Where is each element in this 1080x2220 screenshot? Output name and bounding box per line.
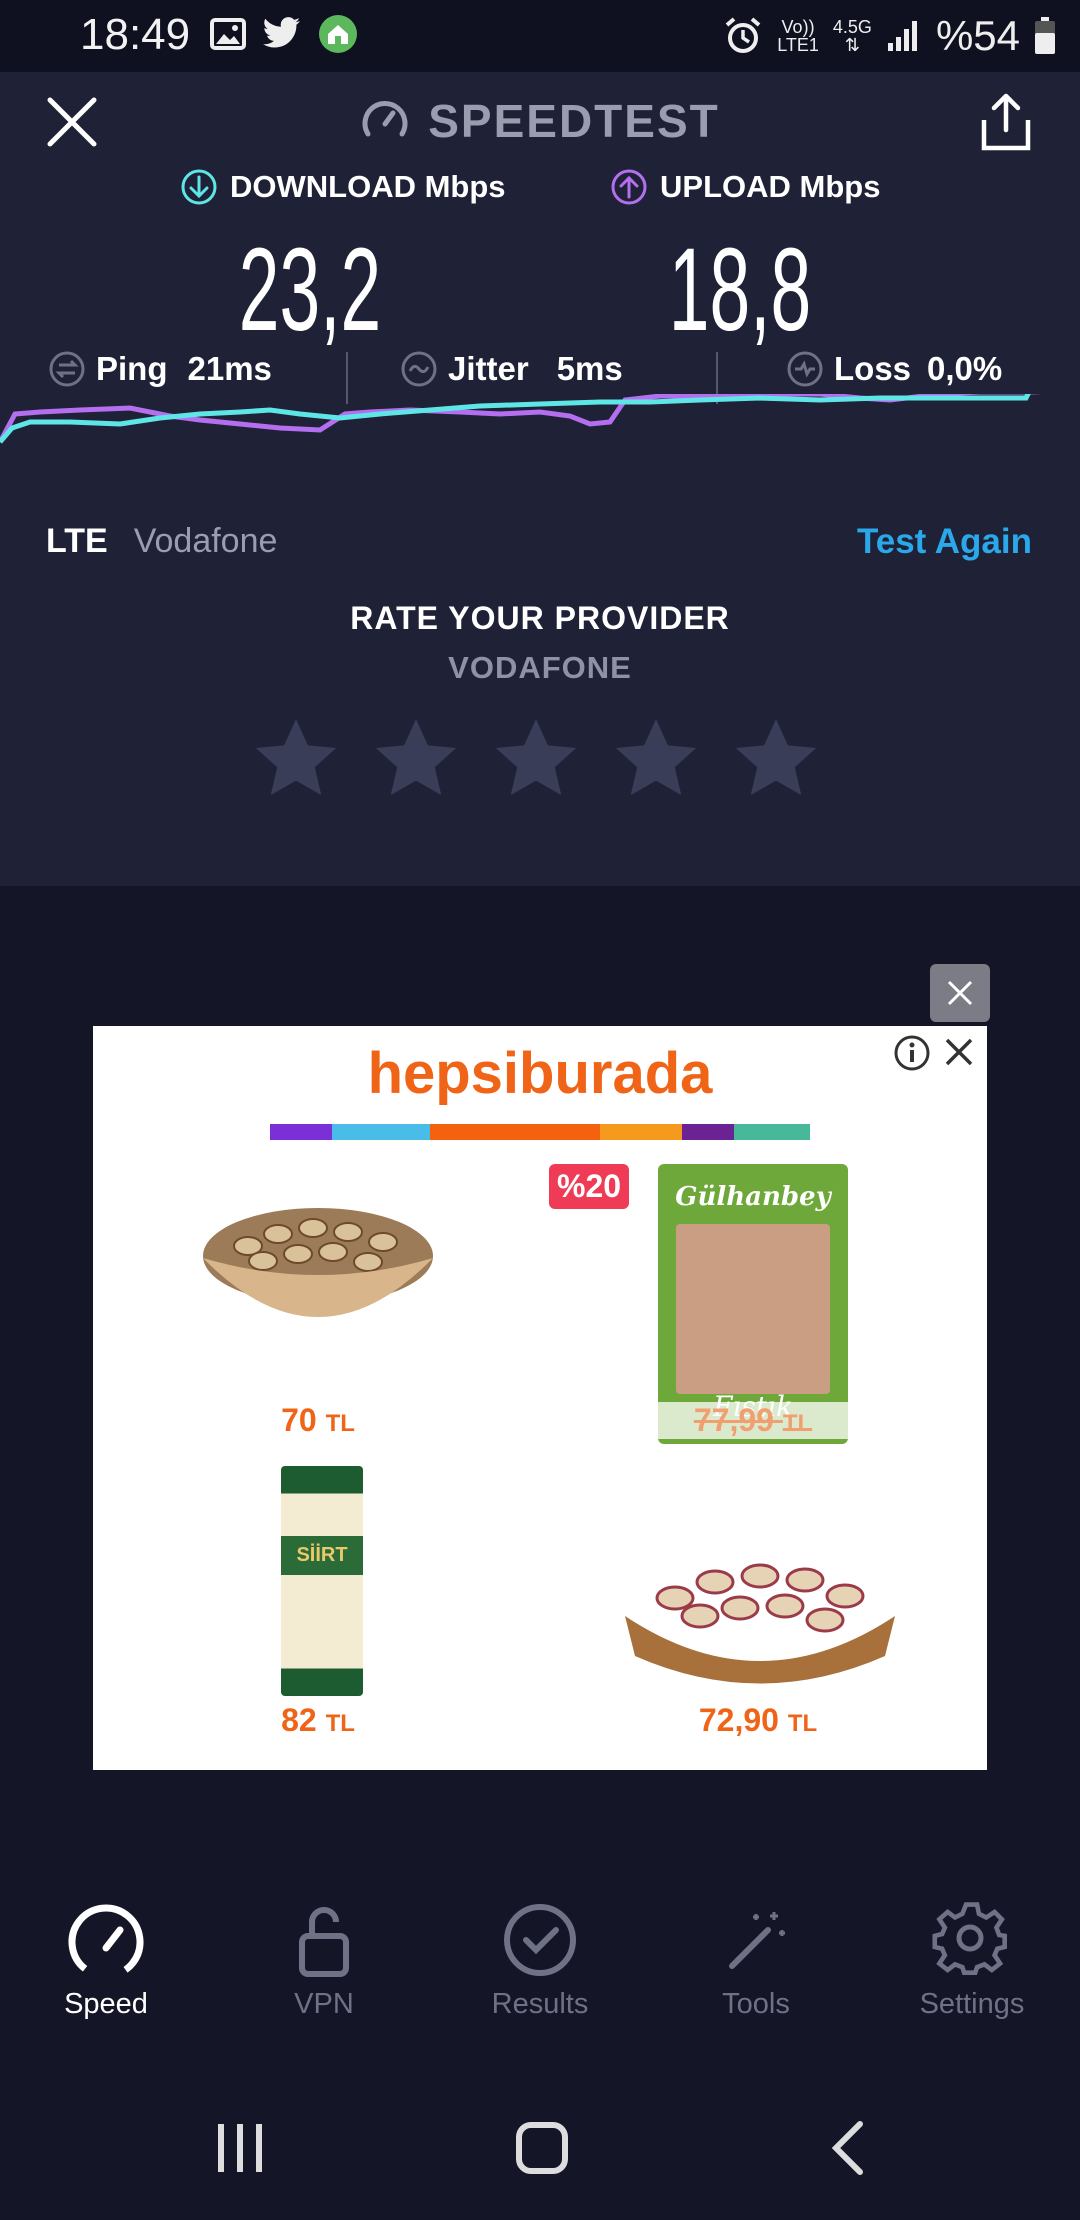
upload-label: UPLOAD Mbps: [660, 169, 881, 204]
product-image[interactable]: [615, 1536, 905, 1696]
nav-label: Settings: [919, 1988, 1025, 2020]
nav-label: Tools: [722, 1988, 790, 2020]
nav-label: VPN: [294, 1988, 354, 2020]
gallery-icon: [210, 18, 246, 50]
network-type: 4.5G ⇅: [832, 17, 872, 55]
ad-brand-logo: hepsiburada: [367, 1041, 713, 1106]
loss-icon: [787, 351, 823, 387]
loss-value: 0,0%: [927, 350, 1003, 387]
download-value: 23,2: [238, 224, 382, 356]
magic-wand-icon: [729, 1912, 785, 1969]
check-circle-icon: [504, 1904, 576, 1976]
package-brand-text: Gülhanbey: [675, 1182, 831, 1212]
ping-stat: Ping 21ms: [48, 350, 272, 388]
product-price: 70 TL: [281, 1402, 355, 1438]
ad-banner[interactable]: hepsiburada 70 TL %20 Gülhanbey Fıstık 7…: [93, 1026, 987, 1770]
star-icon[interactable]: [250, 712, 342, 804]
jitter-value: 5ms: [556, 350, 623, 387]
nav-vpn[interactable]: VPN: [224, 1900, 424, 2021]
download-label: DOWNLOAD Mbps: [230, 169, 506, 204]
results-panel: SPEEDTEST DOWNLOAD Mbps UPLOAD Mbps 23,2…: [0, 72, 1080, 886]
nav-label: Results: [491, 1988, 589, 2020]
signal-icon: [887, 21, 917, 51]
gear-icon: [932, 1902, 1007, 1975]
star-icon[interactable]: [370, 712, 462, 804]
alarm-icon: [725, 17, 761, 53]
volte-indicator: Vo)) LTE1: [777, 17, 819, 55]
download-header: DOWNLOAD Mbps: [180, 168, 506, 206]
ad-color-bar: [270, 1124, 810, 1140]
star-icon[interactable]: [490, 712, 582, 804]
product-old-price: 77,99 TL: [658, 1402, 848, 1439]
product-image[interactable]: SİİRT: [281, 1466, 363, 1696]
brand-title: SPEEDTEST: [428, 95, 720, 147]
close-icon: [947, 980, 973, 1006]
jitter-stat: Jitter 5ms: [400, 350, 623, 388]
star-rating: [250, 712, 822, 804]
home-app-icon: [319, 15, 357, 53]
jitter-label: Jitter: [448, 350, 529, 387]
upload-value: 18,8: [668, 224, 812, 356]
rate-provider-title: RATE YOUR PROVIDER: [350, 600, 730, 636]
product-price: 72,90 TL: [698, 1702, 818, 1738]
nav-speed[interactable]: Speed: [6, 1900, 206, 2021]
network-type-label: LTE: [46, 522, 108, 560]
status-time: 18:49: [80, 10, 191, 59]
share-icon[interactable]: [978, 92, 1034, 152]
discount-badge: %20: [549, 1164, 630, 1209]
loss-stat: Loss 0,0%: [786, 350, 1002, 388]
ad-dismiss-icon[interactable]: [941, 1034, 977, 1070]
ping-label: Ping: [96, 350, 168, 387]
jitter-icon: [401, 351, 437, 387]
battery-icon: [1035, 17, 1055, 54]
product-price: 82 TL: [281, 1702, 355, 1738]
speedometer-logo-icon: [362, 101, 408, 137]
info-icon[interactable]: [893, 1034, 931, 1072]
download-series-line: [0, 394, 1031, 444]
upload-arrow-icon: [611, 169, 647, 205]
product-image[interactable]: [198, 1196, 438, 1326]
bottom-nav: Speed VPN Results Tools Settings: [0, 1900, 1080, 2070]
ad-close-button[interactable]: [930, 964, 990, 1022]
star-icon[interactable]: [730, 712, 822, 804]
twitter-icon: [263, 17, 300, 48]
status-bar: 18:49 Vo)) LTE1 4.5G ⇅ %54: [0, 0, 1080, 72]
ping-value: 21ms: [187, 350, 272, 387]
download-arrow-icon: [181, 169, 217, 205]
system-nav-bar: [0, 2090, 1080, 2220]
back-icon[interactable]: [828, 2120, 868, 2176]
nav-label: Speed: [64, 1988, 148, 2020]
loss-label: Loss: [834, 350, 912, 387]
battery-percent: %54: [935, 12, 1020, 59]
home-button-icon[interactable]: [514, 2120, 570, 2176]
carrier-name: Vodafone: [133, 522, 278, 560]
nav-results[interactable]: Results: [440, 1900, 640, 2021]
speed-graph: [0, 394, 1043, 444]
nav-settings[interactable]: Settings: [872, 1900, 1072, 2021]
upload-header: UPLOAD Mbps: [610, 168, 880, 206]
test-again-button[interactable]: Test Again: [857, 522, 1032, 562]
ping-icon: [49, 351, 85, 387]
recent-apps-icon[interactable]: [214, 2120, 266, 2176]
unlock-icon: [299, 1907, 349, 1977]
star-icon[interactable]: [610, 712, 702, 804]
can-label-text: SİİRT: [281, 1536, 363, 1575]
speedometer-icon: [68, 1904, 144, 1980]
provider-name: VODAFONE: [448, 650, 632, 685]
network-info: LTE Vodafone: [46, 522, 277, 561]
brand: SPEEDTEST: [0, 94, 1080, 148]
nav-tools[interactable]: Tools: [656, 1900, 856, 2021]
